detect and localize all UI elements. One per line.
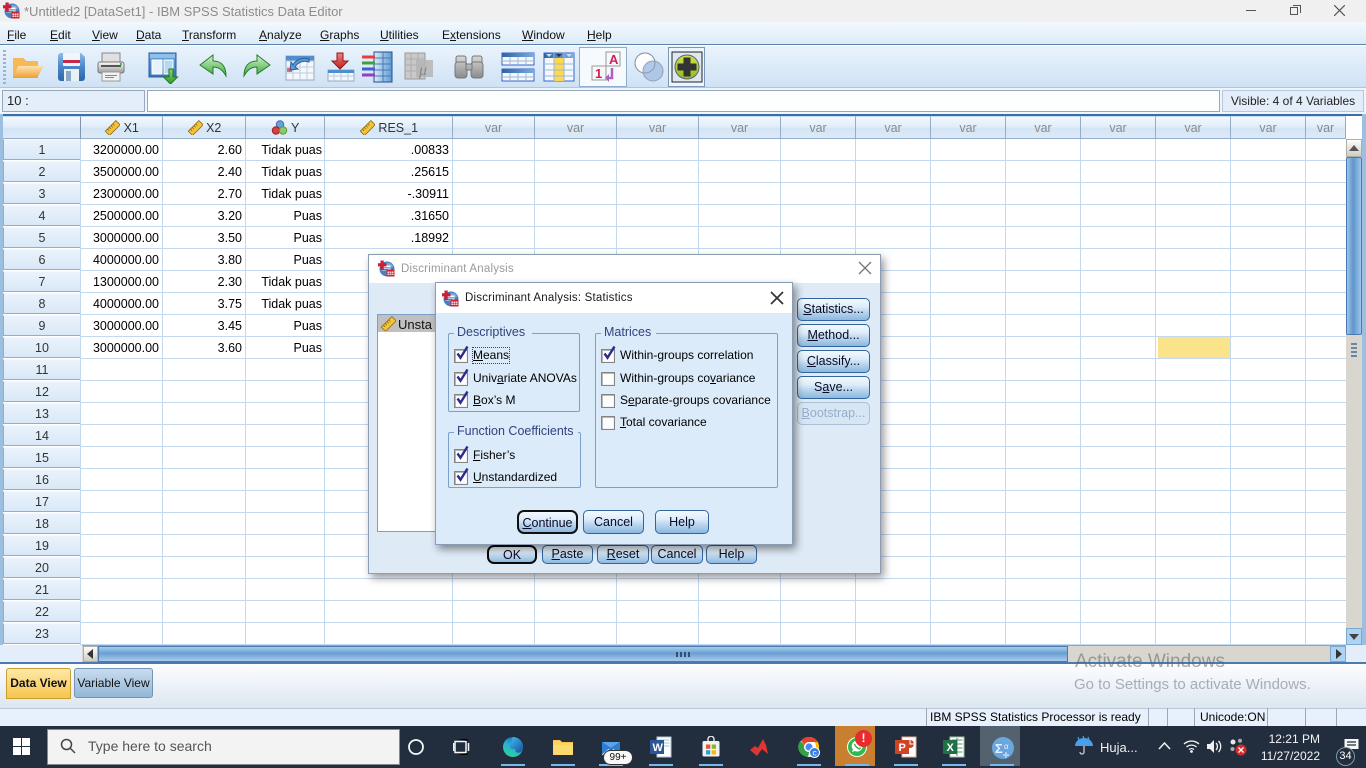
svg-text:W: W — [653, 742, 664, 754]
svg-text:α: α — [1004, 742, 1009, 751]
svg-text:Σ: Σ — [995, 741, 1003, 756]
svg-text:1: 1 — [595, 66, 602, 81]
svg-text:P: P — [899, 742, 906, 754]
svg-text:μ: μ — [418, 62, 427, 79]
svg-text:X: X — [947, 742, 955, 754]
svg-text:A: A — [609, 52, 619, 67]
